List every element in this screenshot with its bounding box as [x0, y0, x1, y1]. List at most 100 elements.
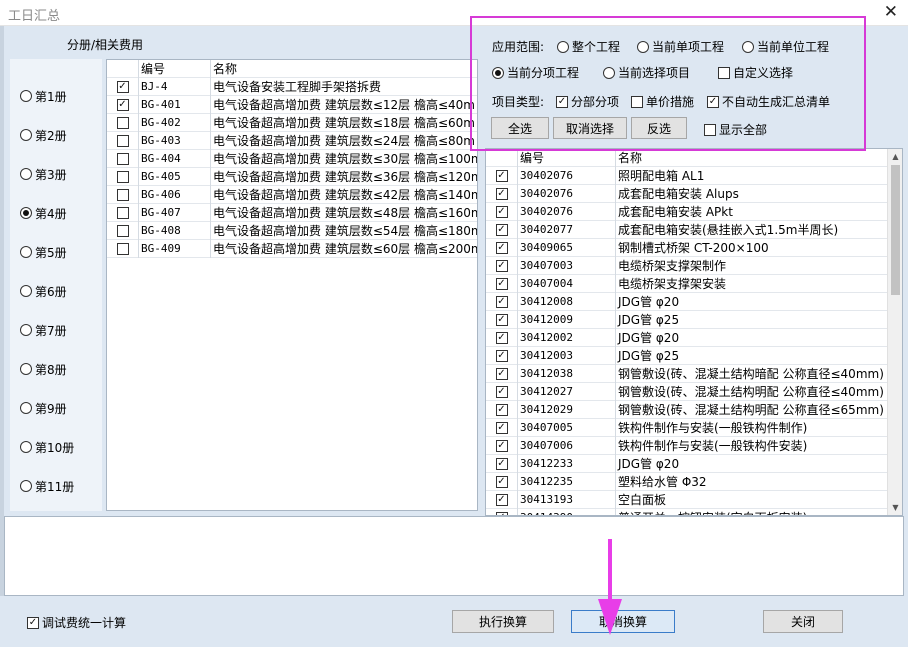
checkbox-icon[interactable]: [116, 188, 129, 201]
table-row[interactable]: BG-404 电气设备超高增加费 建筑层数≤30层 檐高≤100m: [107, 149, 477, 168]
table-row[interactable]: BG-407 电气设备超高增加费 建筑层数≤48层 檐高≤160m: [107, 203, 477, 222]
checkbox-icon[interactable]: ✓: [495, 367, 508, 380]
header-name[interactable]: 名称: [616, 149, 888, 167]
table-row[interactable]: ✓ 30412009 JDG管 φ25: [486, 310, 888, 329]
invert-selection-button[interactable]: 反选: [631, 117, 687, 139]
volume-option[interactable]: 第1册: [20, 86, 67, 106]
checkbox-icon[interactable]: [116, 116, 129, 129]
checkbox-icon[interactable]: ✓: [556, 95, 568, 108]
checkbox-icon[interactable]: ✓: [495, 187, 508, 200]
row-check-cell[interactable]: [107, 185, 139, 204]
volume-option[interactable]: 第5册: [20, 242, 67, 262]
row-check-cell[interactable]: ✓: [486, 310, 518, 329]
checkbox-icon[interactable]: ✓: [495, 493, 508, 506]
item-type-subdivision[interactable]: ✓ 分部分项: [556, 93, 619, 110]
table-row[interactable]: BG-406 电气设备超高增加费 建筑层数≤42层 檐高≤140m: [107, 185, 477, 204]
radio-icon[interactable]: [492, 66, 504, 79]
table-row[interactable]: ✓ 30407003 电缆桥架支撑架制作: [486, 256, 888, 275]
close-button[interactable]: 关闭: [763, 610, 843, 633]
scroll-down-icon[interactable]: ▼: [888, 500, 902, 515]
table-row[interactable]: ✓ 30402076 成套配电箱安装 Alups: [486, 184, 888, 203]
row-check-cell[interactable]: ✓: [486, 274, 518, 293]
table-row[interactable]: ✓ 30402076 成套配电箱安装 APkt: [486, 202, 888, 221]
radio-icon[interactable]: [20, 285, 32, 297]
checkbox-icon[interactable]: ✓: [495, 475, 508, 488]
checkbox-icon[interactable]: ✓: [707, 95, 719, 108]
checkbox-icon[interactable]: [631, 95, 643, 108]
item-type-unit-price-measure[interactable]: 单价措施: [631, 93, 694, 110]
row-check-cell[interactable]: ✓: [486, 454, 518, 473]
row-check-cell[interactable]: ✓: [107, 95, 139, 114]
table-row[interactable]: ✓ 30413193 空白面板: [486, 490, 888, 509]
table-row[interactable]: ✓ 30412233 JDG管 φ20: [486, 454, 888, 473]
table-row[interactable]: ✓ 30409065 钢制槽式桥架 CT-200×100: [486, 238, 888, 257]
table-row[interactable]: BG-409 电气设备超高增加费 建筑层数≤60层 檐高≤200m: [107, 239, 477, 258]
volume-option[interactable]: 第11册: [20, 476, 74, 496]
volume-option[interactable]: 第3册: [20, 164, 67, 184]
checkbox-icon[interactable]: [116, 170, 129, 183]
radio-icon[interactable]: [20, 246, 32, 258]
checkbox-icon[interactable]: ✓: [27, 616, 39, 629]
volume-option[interactable]: 第10册: [20, 437, 74, 457]
radio-icon[interactable]: [637, 40, 649, 53]
deselect-button[interactable]: 取消选择: [553, 117, 627, 139]
radio-icon[interactable]: [20, 480, 32, 492]
cancel-convert-button[interactable]: 取消换算: [571, 610, 675, 633]
radio-icon[interactable]: [20, 324, 32, 336]
row-check-cell[interactable]: ✓: [486, 436, 518, 455]
checkbox-icon[interactable]: [116, 134, 129, 147]
table-row[interactable]: ✓ 30402076 照明配电箱 AL1: [486, 166, 888, 185]
row-check-cell[interactable]: [107, 221, 139, 240]
checkbox-icon[interactable]: ✓: [495, 439, 508, 452]
close-icon[interactable]: ✕: [884, 2, 898, 22]
row-check-cell[interactable]: ✓: [486, 472, 518, 491]
scope-option-current-single[interactable]: 当前单项工程: [637, 38, 724, 55]
table-row[interactable]: ✓ 30412008 JDG管 φ20: [486, 292, 888, 311]
row-check-cell[interactable]: ✓: [486, 418, 518, 437]
table-row[interactable]: ✓ 30412027 钢管敷设(砖、混凝土结构明配 公称直径≤40mm): [486, 382, 888, 401]
table-row[interactable]: BG-403 电气设备超高增加费 建筑层数≤24层 檐高≤80m: [107, 131, 477, 150]
scope-option-whole-project[interactable]: 整个工程: [557, 38, 620, 55]
scroll-up-icon[interactable]: ▲: [888, 149, 902, 164]
table-row[interactable]: BG-405 电气设备超高增加费 建筑层数≤36层 檐高≤120m: [107, 167, 477, 186]
header-code[interactable]: 编号: [139, 60, 211, 78]
row-check-cell[interactable]: [107, 131, 139, 150]
table-row[interactable]: ✓30414390普通开关、按钮安装(空白面板安装): [486, 508, 888, 515]
row-check-cell[interactable]: ✓: [107, 77, 139, 96]
checkbox-icon[interactable]: [116, 224, 129, 237]
radio-icon[interactable]: [20, 129, 32, 141]
scope-option-current-unit[interactable]: 当前单位工程: [742, 38, 829, 55]
table-row[interactable]: ✓ 30402077 成套配电箱安装(悬挂嵌入式1.5m半周长): [486, 220, 888, 239]
item-type-no-auto-summary[interactable]: ✓ 不自动生成汇总清单: [707, 93, 830, 110]
checkbox-icon[interactable]: ✓: [495, 349, 508, 362]
checkbox-icon[interactable]: ✓: [495, 277, 508, 290]
checkbox-icon[interactable]: ✓: [495, 259, 508, 272]
row-check-cell[interactable]: ✓: [486, 292, 518, 311]
volume-option[interactable]: 第7册: [20, 320, 67, 340]
radio-icon[interactable]: [20, 168, 32, 180]
row-check-cell[interactable]: ✓: [486, 202, 518, 221]
checkbox-icon[interactable]: [718, 66, 730, 79]
checkbox-icon[interactable]: [116, 206, 129, 219]
debug-fee-checkbox[interactable]: ✓ 调试费统一计算: [27, 614, 126, 631]
checkbox-icon[interactable]: ✓: [116, 98, 129, 111]
scope-option-current-sub[interactable]: 当前分项工程: [492, 64, 579, 81]
radio-icon[interactable]: [557, 40, 569, 53]
row-check-cell[interactable]: ✓: [486, 328, 518, 347]
table-row[interactable]: ✓ 30412038 钢管敷设(砖、混凝土结构暗配 公称直径≤40mm): [486, 364, 888, 383]
row-check-cell[interactable]: ✓: [486, 364, 518, 383]
table-row[interactable]: ✓ 30412002 JDG管 φ20: [486, 328, 888, 347]
header-name[interactable]: 名称: [211, 60, 477, 78]
row-check-cell[interactable]: ✓: [486, 238, 518, 257]
row-check-cell[interactable]: ✓: [486, 220, 518, 239]
scroll-thumb[interactable]: [891, 165, 900, 295]
checkbox-icon[interactable]: ✓: [495, 205, 508, 218]
scope-option-current-selection[interactable]: 当前选择项目: [603, 64, 690, 81]
checkbox-icon[interactable]: ✓: [495, 331, 508, 344]
row-check-cell[interactable]: [107, 203, 139, 222]
checkbox-icon[interactable]: [116, 152, 129, 165]
volume-option[interactable]: 第9册: [20, 398, 67, 418]
execute-convert-button[interactable]: 执行换算: [452, 610, 554, 633]
row-check-cell[interactable]: [107, 149, 139, 168]
checkbox-icon[interactable]: ✓: [495, 385, 508, 398]
